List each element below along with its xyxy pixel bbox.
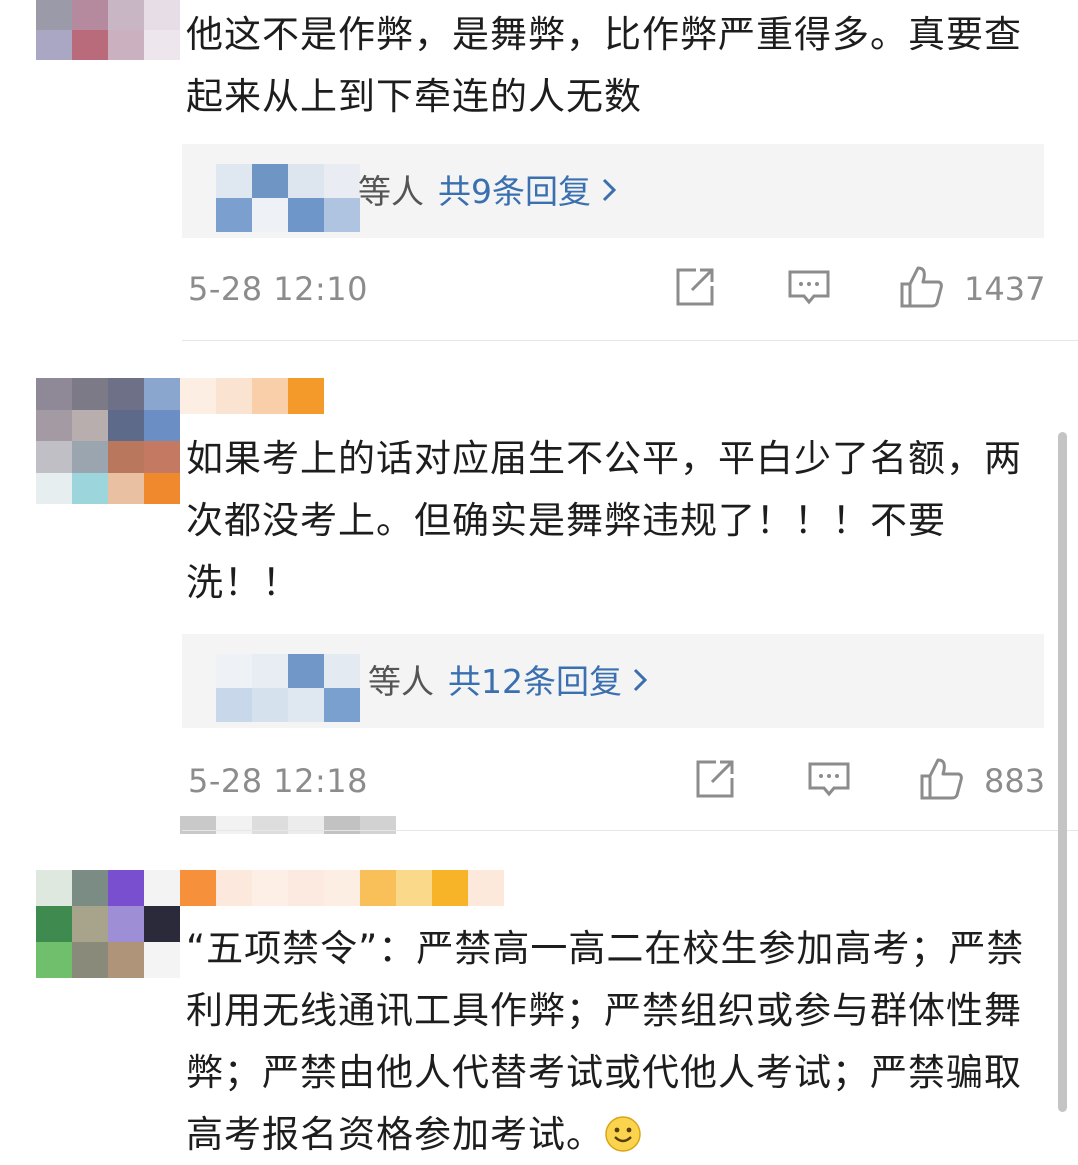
reply-avatars xyxy=(216,164,360,232)
comment-time: 5-28 12:10 xyxy=(188,270,369,308)
divider xyxy=(182,340,1078,341)
reply-avatars xyxy=(216,654,360,722)
avatar[interactable] xyxy=(36,378,180,504)
like-count: 1437 xyxy=(964,270,1046,308)
like-count: 883 xyxy=(984,762,1046,800)
avatar[interactable] xyxy=(36,870,180,978)
avatar[interactable] xyxy=(36,0,180,60)
comment-icon[interactable] xyxy=(786,264,832,310)
comment-text: 如果考上的话对应届生不公平，平白少了名额，两次都没考上。但确实是舞弊违规了！！！… xyxy=(186,437,1022,604)
replies-preview[interactable]: 等人 共12条回复 xyxy=(182,634,1044,728)
comment-time: 5-28 12:18 xyxy=(188,762,369,800)
thumbs-up-icon[interactable] xyxy=(918,756,964,802)
smile-emoji-icon xyxy=(604,1110,642,1165)
replies-preview[interactable]: 等人 共9条回复 xyxy=(182,144,1044,238)
username-blurred[interactable] xyxy=(180,378,324,414)
comment-text: 他这不是作弊，是舞弊，比作弊严重得多。真要查起来从上到下牵连的人无数 xyxy=(186,13,1022,118)
chevron-right-icon xyxy=(601,170,617,214)
comment-text: “五项禁令”：严禁高一高二在校生参加高考；严禁利用无线通讯工具作弊；严禁组织或参… xyxy=(186,918,1036,1165)
comment-1: 他这不是作弊，是舞弊，比作弊严重得多。真要查起来从上到下牵连的人无数 等人 共9条… xyxy=(0,0,1078,340)
divider xyxy=(182,830,1078,831)
blurred-strip xyxy=(180,816,396,834)
share-icon[interactable] xyxy=(692,756,738,802)
comment-3: “五项禁令”：严禁高一高二在校生参加高考；严禁利用无线通讯工具作弊；严禁组织或参… xyxy=(0,870,1078,1165)
username-blurred[interactable] xyxy=(180,870,504,906)
reply-users-label: 等人 xyxy=(368,662,434,701)
reply-count-link[interactable]: 共9条回复 xyxy=(438,172,591,211)
share-icon[interactable] xyxy=(672,264,718,310)
reply-count-link[interactable]: 共12条回复 xyxy=(448,662,622,701)
chevron-right-icon xyxy=(632,660,648,704)
thumbs-up-icon[interactable] xyxy=(898,264,944,310)
comment-icon[interactable] xyxy=(806,756,852,802)
reply-users-label: 等人 xyxy=(358,172,424,211)
scrollbar[interactable] xyxy=(1058,432,1067,1112)
comment-2: 如果考上的话对应届生不公平，平白少了名额，两次都没考上。但确实是舞弊违规了！！！… xyxy=(0,378,1078,838)
